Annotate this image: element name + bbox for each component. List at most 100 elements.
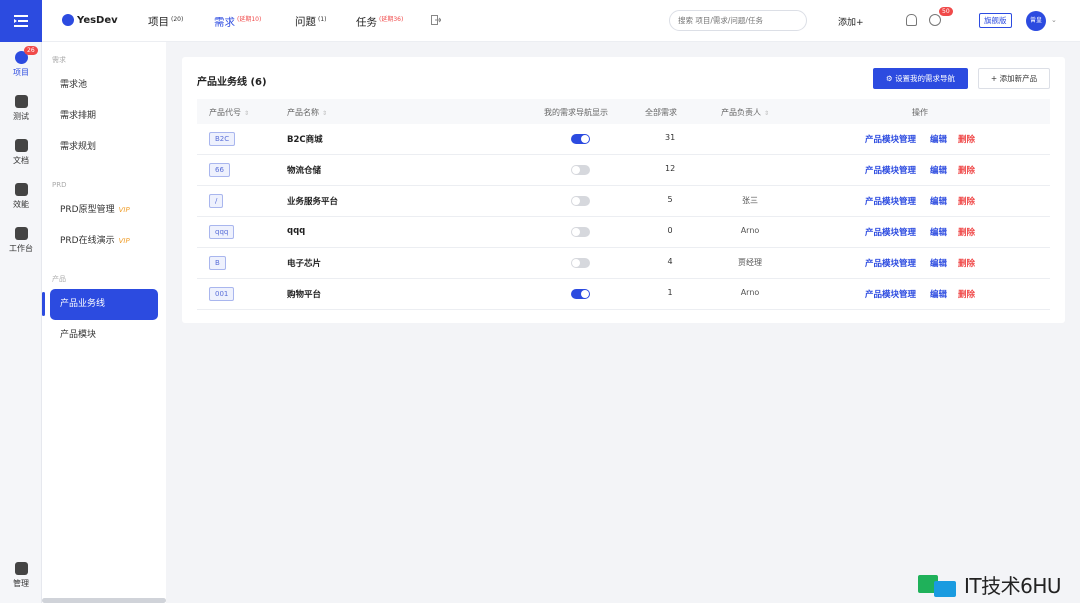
col-name[interactable]: 产品名称 ⇕ xyxy=(287,107,327,118)
logo-icon xyxy=(62,14,74,26)
nav-toggle[interactable] xyxy=(571,196,590,206)
rail-item-admin[interactable]: 管理 xyxy=(0,553,42,597)
page-title: 产品业务线 (6) xyxy=(197,77,267,88)
product-code-tag: B xyxy=(209,256,226,270)
delete-link[interactable]: 删除 xyxy=(958,288,975,300)
chevron-down-icon[interactable]: ⌄ xyxy=(1051,16,1057,24)
chart-icon xyxy=(14,182,28,196)
watermark-text: IT技术6HU xyxy=(964,574,1062,598)
rail-label: 测试 xyxy=(13,111,29,121)
vip-badge: VIP xyxy=(118,206,130,214)
button-label: 设置我的需求导航 xyxy=(895,74,956,83)
workbench-icon xyxy=(14,226,28,240)
nav-project[interactable]: 项目 (20) xyxy=(148,14,183,29)
rail-item-project[interactable]: 26 项目 xyxy=(0,42,42,86)
toggle-knob xyxy=(572,259,580,267)
col-code[interactable]: 产品代号 ⇕ xyxy=(209,107,249,118)
avatar[interactable]: 曾皇 xyxy=(1026,11,1046,31)
bell-icon[interactable] xyxy=(906,14,917,26)
module-manage-link[interactable]: 产品模块管理 xyxy=(865,164,916,176)
product-name: qqq xyxy=(287,226,306,236)
module-manage-link[interactable]: 产品模块管理 xyxy=(865,133,916,145)
nav-count: (1) xyxy=(318,15,327,23)
sort-icon: ⇕ xyxy=(244,110,250,117)
vip-badge: VIP xyxy=(118,237,130,245)
nav-toggle[interactable] xyxy=(571,134,590,144)
toggle-knob xyxy=(572,166,580,174)
rail-item-doc[interactable]: 文档 xyxy=(0,130,42,174)
edit-link[interactable]: 编辑 xyxy=(930,257,947,269)
edit-link[interactable]: 编辑 xyxy=(930,288,947,300)
total-count: 5 xyxy=(667,195,673,204)
product-name: 物流仓储 xyxy=(287,166,322,176)
doc-icon xyxy=(14,138,28,152)
nav-issue[interactable]: 问题 (1) xyxy=(295,14,327,29)
total-count: 12 xyxy=(665,164,676,173)
logo[interactable]: YesDev xyxy=(62,14,118,26)
nav-requirement[interactable]: 需求 (延期10) xyxy=(214,14,261,30)
nav-toggle[interactable] xyxy=(571,227,590,237)
test-icon xyxy=(14,94,28,108)
add-product-button[interactable]: + 添加新产品 xyxy=(978,68,1050,89)
sidebar-item-req-schedule[interactable]: 需求排期 xyxy=(42,101,166,132)
product-owner: Arno xyxy=(740,226,760,235)
rail-item-efficiency[interactable]: 效能 xyxy=(0,174,42,218)
module-manage-link[interactable]: 产品模块管理 xyxy=(865,226,916,238)
sidebar-item-req-plan[interactable]: 需求规划 xyxy=(42,132,166,163)
nav-toggle[interactable] xyxy=(571,165,590,175)
nav-task[interactable]: 任务 (延期36) xyxy=(356,14,403,30)
product-code-tag: 66 xyxy=(209,163,230,177)
add-button[interactable]: 添加+ xyxy=(838,15,864,28)
sort-icon: ⇕ xyxy=(764,110,770,117)
col-nav: 我的需求导航显示 xyxy=(544,108,608,117)
product-name: B2C商城 xyxy=(287,135,323,145)
col-total: 全部需求 xyxy=(645,108,677,117)
nav-label: 问题 xyxy=(295,16,316,28)
rail-item-workbench[interactable]: 工作台 xyxy=(0,218,42,262)
clock-icon[interactable] xyxy=(929,14,941,26)
nav-delay: (延期36) xyxy=(379,16,404,23)
product-code-tag: B2C xyxy=(209,132,236,146)
delete-link[interactable]: 删除 xyxy=(958,195,975,207)
sidebar-item-product-module[interactable]: 产品模块 xyxy=(42,320,166,351)
product-code-tag: 001 xyxy=(209,287,235,301)
secondary-sidebar: 需求 需求池 需求排期 需求规划 PRD PRD原型管理 VIP PRD在线演示 V… xyxy=(42,42,166,603)
module-manage-link[interactable]: 产品模块管理 xyxy=(865,195,916,207)
product-owner: 贾经理 xyxy=(738,258,762,267)
nav-toggle[interactable] xyxy=(571,258,590,268)
logout-icon[interactable] xyxy=(431,15,441,25)
product-name: 电子芯片 xyxy=(287,259,322,269)
watermark: IT技术6HU xyxy=(918,570,1062,599)
edit-link[interactable]: 编辑 xyxy=(930,226,947,238)
edit-link[interactable]: 编辑 xyxy=(930,164,947,176)
col-owner[interactable]: 产品负责人 ⇕ xyxy=(721,107,769,118)
rail-item-test[interactable]: 测试 xyxy=(0,86,42,130)
edition-badge[interactable]: 旗舰版 xyxy=(979,13,1012,28)
edit-link[interactable]: 编辑 xyxy=(930,195,947,207)
scrollbar[interactable] xyxy=(42,598,166,603)
delete-link[interactable]: 删除 xyxy=(958,226,975,238)
sidebar-item-prd-proto[interactable]: PRD原型管理 VIP xyxy=(42,195,166,226)
nav-toggle[interactable] xyxy=(571,289,590,299)
delete-link[interactable]: 删除 xyxy=(958,164,975,176)
watermark-logo-icon xyxy=(918,573,958,597)
active-marker xyxy=(42,292,45,316)
sidebar-item-req-pool[interactable]: 需求池 xyxy=(42,70,166,101)
search-input[interactable] xyxy=(669,10,807,31)
table-row: 001 购物平台 1 Arno 产品模块管理 编辑 删除 xyxy=(197,279,1050,310)
toggle-knob xyxy=(581,290,589,298)
col-label: 产品代号 xyxy=(209,108,241,117)
set-nav-button[interactable]: ⚙ 设置我的需求导航 xyxy=(873,68,968,89)
module-manage-link[interactable]: 产品模块管理 xyxy=(865,257,916,269)
rail-label: 效能 xyxy=(13,199,29,209)
rail-label: 文档 xyxy=(13,155,29,165)
col-label: 产品名称 xyxy=(287,108,319,117)
menu-toggle-icon[interactable] xyxy=(0,0,42,42)
rail-label: 工作台 xyxy=(9,243,33,253)
delete-link[interactable]: 删除 xyxy=(958,257,975,269)
edit-link[interactable]: 编辑 xyxy=(930,133,947,145)
sidebar-item-product-line[interactable]: 产品业务线 xyxy=(50,289,158,320)
delete-link[interactable]: 删除 xyxy=(958,133,975,145)
sidebar-item-prd-demo[interactable]: PRD在线演示 VIP xyxy=(42,226,166,257)
module-manage-link[interactable]: 产品模块管理 xyxy=(865,288,916,300)
